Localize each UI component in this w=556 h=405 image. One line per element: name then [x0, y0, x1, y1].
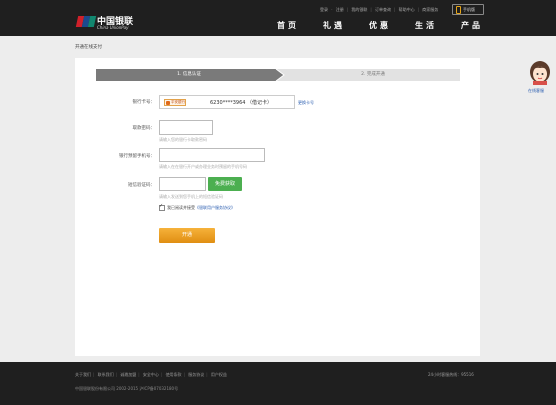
- help-center-link[interactable]: 帮助中心: [399, 7, 415, 12]
- login-link[interactable]: 登录: [320, 7, 328, 12]
- nav-gifts[interactable]: 礼遇: [323, 20, 345, 31]
- activate-button[interactable]: 开通: [159, 228, 215, 243]
- footer-terms-link[interactable]: 使用条款: [166, 372, 182, 377]
- footer-contact-link[interactable]: 联系我们: [98, 372, 114, 377]
- mobile-phone-icon: [456, 6, 461, 14]
- bank-name: 平安银行: [171, 100, 185, 104]
- pin-input[interactable]: [159, 120, 213, 135]
- merchant-service-link[interactable]: 商家服务: [422, 7, 438, 12]
- bank-icon: [166, 101, 170, 105]
- agree-text: 我已阅读并接受: [167, 205, 195, 210]
- agreement-row: 我已阅读并接受《银联用户服务协议》: [159, 203, 235, 211]
- service-agreement-link[interactable]: 《银联用户服务协议》: [195, 205, 235, 210]
- my-unionpay-link[interactable]: 我的银联: [351, 7, 367, 12]
- card-number-value: 6230****3964 （借记卡）: [210, 100, 273, 106]
- change-card-link[interactable]: 更换卡号: [298, 100, 314, 106]
- mobile-version-label: 手机版: [463, 7, 475, 12]
- page-title: 开通在线支付: [75, 45, 102, 50]
- phone-label: 银行预留手机号：: [119, 154, 155, 159]
- site-footer: 关于我们 | 联系我们 | 诚邀加盟 | 安全中心 | 使用条款 | 服务协议 | 用户权益…: [0, 362, 556, 405]
- pin-hint: 请输入您的银行卡取款密码: [159, 137, 207, 142]
- get-sms-code-button[interactable]: 免费获取: [208, 177, 242, 191]
- footer-rights-link[interactable]: 用户权益: [211, 372, 227, 377]
- brand-name-en: China UnionPay: [97, 25, 129, 30]
- service-hotline: 24小时客服热线：95516: [428, 372, 474, 377]
- step-info-verify: 1. 信息认证: [177, 72, 201, 77]
- nav-products[interactable]: 产品: [461, 20, 483, 31]
- copyright-text: 中国银联股份有限公司 2002-2015 沪ICP备07032180号: [75, 386, 179, 391]
- footer-agreement-link[interactable]: 服务协议: [188, 372, 204, 377]
- top-links: 登录 - 注册 | 我的银联 | 订单查询 | 帮助中心 | 商家服务: [320, 7, 439, 12]
- phone-hint: 请输入在在银行开户或办理业务时预留的手机号码: [159, 164, 247, 169]
- order-query-link[interactable]: 订单查询: [375, 7, 391, 12]
- pin-label: 取款密码：: [132, 126, 156, 131]
- card-number-display: 平安银行 6230****3964 （借记卡）: [159, 95, 295, 109]
- pingan-bank-logo: 平安银行: [164, 99, 186, 106]
- sms-code-hint: 请输入发送到您手机上的短信验证码: [159, 194, 223, 199]
- nav-offers[interactable]: 优惠: [369, 20, 391, 31]
- nav-home[interactable]: 首页: [277, 20, 299, 31]
- progress-steps: 1. 信息认证 2. 完成开通: [96, 69, 460, 81]
- unionpay-logo-icon: [75, 15, 97, 28]
- site-header: 中国银联 China UnionPay 登录 - 注册 | 我的银联 | 订单查询 | …: [0, 0, 556, 36]
- sms-code-input[interactable]: [159, 177, 206, 191]
- footer-about-link[interactable]: 关于我们: [75, 372, 91, 377]
- footer-links: 关于我们 | 联系我们 | 诚邀加盟 | 安全中心 | 使用条款 | 服务协议 | 用户权益: [75, 372, 227, 377]
- footer-join-link[interactable]: 诚邀加盟: [120, 372, 136, 377]
- footer-security-link[interactable]: 安全中心: [143, 372, 159, 377]
- online-service-label: 在线客服: [528, 88, 544, 93]
- nav-life[interactable]: 生活: [415, 20, 437, 31]
- customer-service-avatar-icon: [530, 61, 550, 85]
- sms-code-label: 短信验证码：: [128, 183, 155, 188]
- phone-input[interactable]: [159, 148, 265, 162]
- step-complete: 2. 完成开通: [361, 72, 385, 77]
- unionpay-logo[interactable]: 中国银联 China UnionPay: [75, 15, 133, 32]
- online-service-widget[interactable]: 在线客服: [526, 61, 556, 101]
- mobile-version-button[interactable]: 手机版: [452, 4, 484, 15]
- agree-checkbox[interactable]: [159, 203, 165, 211]
- register-link[interactable]: 注册: [336, 7, 344, 12]
- card-number-label: 银行卡号：: [132, 100, 156, 105]
